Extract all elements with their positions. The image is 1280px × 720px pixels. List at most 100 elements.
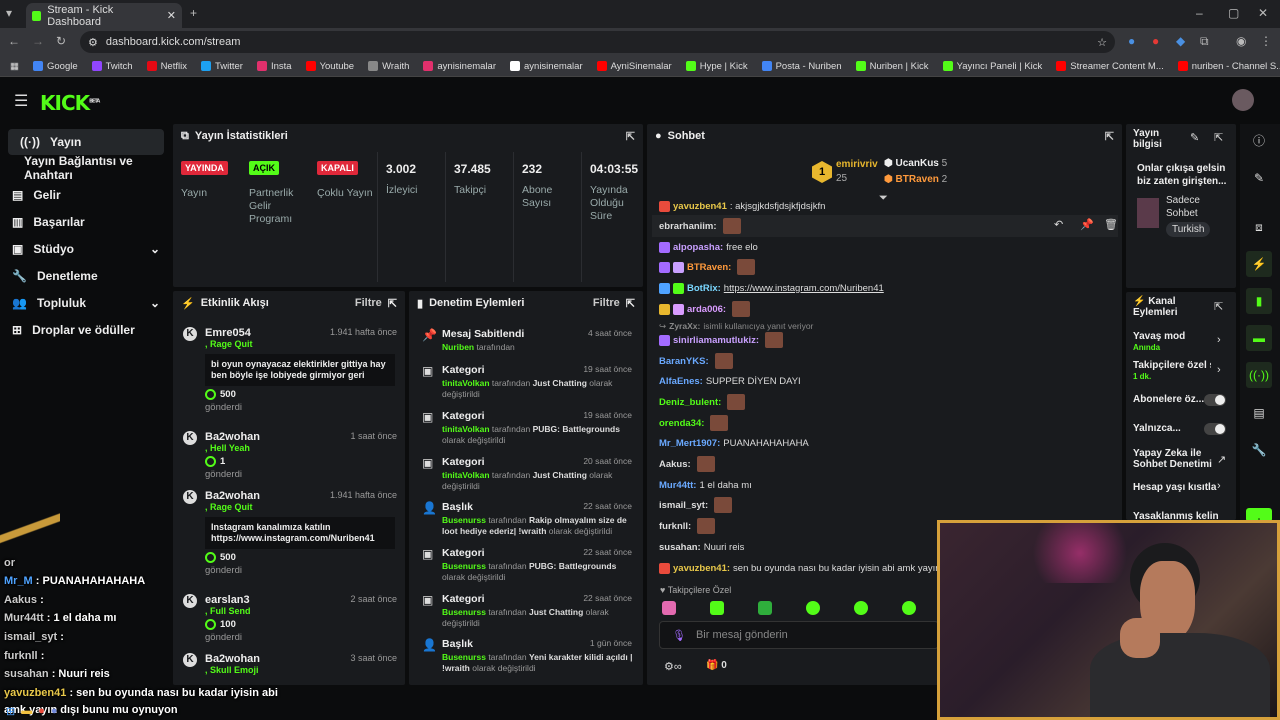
avatar[interactable] [1232, 89, 1254, 111]
chat-bubble-icon[interactable]: ▬ [1246, 325, 1272, 351]
new-tab-icon[interactable]: + [190, 6, 197, 20]
chevron-right-icon[interactable]: › [1217, 480, 1221, 492]
emote-icon[interactable] [758, 601, 772, 615]
browser-tab[interactable]: Stream - Kick Dashboard ✕ [26, 3, 182, 28]
bookmark-item[interactable]: Yayıncı Paneli | Kick [942, 61, 1042, 72]
url-field[interactable]: ⚙ dashboard.kick.com/stream ☆ [80, 31, 1115, 53]
site-info-icon[interactable]: ⚙ [88, 36, 98, 49]
chat-username[interactable]: ebrarhaniim: [659, 221, 717, 232]
browser-menu-icon[interactable]: ⋮ [1260, 34, 1272, 48]
discord-icon[interactable]: ● [51, 705, 58, 717]
bookmark-star-icon[interactable]: ☆ [1097, 36, 1107, 49]
chat-message[interactable]: ismail_syt: [659, 496, 733, 514]
chat-message[interactable]: sinirliamamutlukiz: [659, 331, 784, 349]
chat-message[interactable]: orenda34: [659, 414, 729, 432]
filter-button[interactable]: Filtre [593, 297, 620, 309]
extension-icon[interactable]: ● [1152, 34, 1159, 48]
hamburger-menu-icon[interactable]: ☰ [14, 91, 28, 111]
forward-icon[interactable]: → [32, 34, 44, 48]
sidebar-item-moderation[interactable]: 🔧 Denetleme [0, 263, 172, 289]
log-user[interactable]: Nuriben [442, 342, 474, 352]
chat-username[interactable]: BotRix: [687, 283, 721, 294]
external-link-icon[interactable]: ↗ [1217, 453, 1226, 466]
close-window-icon[interactable]: ✕ [1258, 6, 1268, 20]
chat-username[interactable]: susahan: [659, 542, 701, 553]
chat-input[interactable]: 🎙 Bir mesaj gönderin [659, 621, 939, 649]
account-age-row[interactable]: Hesap yaşı kısıtla [1133, 482, 1216, 493]
apps-grid-icon[interactable]: ▦ [10, 61, 19, 72]
emote-icon[interactable] [710, 601, 724, 615]
popout-icon[interactable]: ⇱ [388, 297, 397, 310]
chat-username[interactable]: Deniz_bulent: [659, 397, 721, 408]
chat-message[interactable]: alpopasha: free elo [659, 238, 758, 256]
reply-icon[interactable]: ↶ [1054, 218, 1063, 231]
lightning-icon[interactable]: ⚡ [1246, 251, 1272, 277]
emote-icon[interactable] [902, 601, 916, 615]
extension-icon[interactable]: ● [1128, 34, 1135, 48]
emote-icon[interactable] [662, 601, 676, 615]
bookmark-item[interactable]: AyniSinemalar [596, 61, 672, 72]
chat-message[interactable]: AlfaEnes: SUPPER DİYEN DAYI [659, 372, 801, 390]
chat-username[interactable]: alpopasha: [673, 242, 723, 253]
profile-icon[interactable]: ◉ [1236, 34, 1246, 48]
log-user[interactable]: Busenurss [442, 652, 486, 662]
back-icon[interactable]: ← [8, 34, 20, 48]
log-user[interactable]: Busenurss [442, 561, 486, 571]
kick-logo[interactable]: KICKBETA [40, 91, 100, 115]
chat-message[interactable]: Mr_Mert1907: PUANAHAHAHAHA [659, 434, 809, 452]
chat-message[interactable]: BTRaven: [659, 258, 756, 276]
emote-icon[interactable] [854, 601, 868, 615]
chat-message[interactable]: susahan: Nuuri reis [659, 538, 744, 556]
crop-icon[interactable]: ⧈ [1246, 214, 1272, 240]
chat-username[interactable]: yavuzben41: [673, 563, 730, 574]
bookmark-item[interactable]: Wraith [368, 61, 409, 72]
edit-icon[interactable]: ✎ [1246, 165, 1272, 191]
chat-message[interactable]: yavuzben41: akjsgjkdsfjdsjkfjdsjkfn [659, 197, 825, 215]
subscribers-only-toggle[interactable] [1204, 394, 1226, 406]
filter-button[interactable]: Filtre [355, 297, 382, 309]
bookmark-item[interactable]: Google [32, 61, 78, 72]
log-user[interactable]: Busenurss [442, 607, 486, 617]
chat-message[interactable]: furknll: [659, 517, 716, 535]
chat-message[interactable]: arda006: [659, 300, 751, 318]
chat-username[interactable]: ismail_syt: [659, 500, 708, 511]
bookmark-item[interactable]: Youtube [305, 61, 354, 72]
log-user[interactable]: tinitaVolkan [442, 470, 490, 480]
leaderboard-user[interactable]: emirivriv [836, 159, 878, 170]
wrench-icon[interactable]: 🔧 [1246, 437, 1272, 463]
sidebar-item-studio[interactable]: ▣ Stüdyo ⌄ [0, 236, 172, 262]
sidebar-item-drops[interactable]: ⊞ Droplar ve ödüller [0, 317, 172, 343]
info-icon[interactable]: ⓘ [1246, 128, 1272, 154]
extensions-puzzle-icon[interactable]: ⧉ [1200, 34, 1209, 49]
bookmark-item[interactable]: aynisinemalar [510, 61, 583, 72]
bookmark-item[interactable]: nuriben - Channel S... [1177, 61, 1280, 72]
bookmark-item[interactable]: Insta [256, 61, 292, 72]
windows-icon[interactable]: ⊞ [6, 705, 15, 718]
chat-username[interactable]: furknll: [659, 521, 691, 532]
chat-username[interactable]: Mur44tt: [659, 480, 696, 491]
microphone-icon[interactable]: 🎙 [672, 629, 686, 642]
bookmark-item[interactable]: aynisinemalar [423, 61, 496, 72]
ai-moderation-row[interactable]: Yapay Zeka ile Sohbet Denetimi [1133, 448, 1213, 470]
chat-username[interactable]: orenda34: [659, 418, 704, 429]
emote-bar[interactable] [660, 601, 940, 615]
log-user[interactable]: tinitaVolkan [442, 378, 490, 388]
leaderboard-user-3[interactable]: ⬢ BTRaven 2 [884, 174, 947, 185]
log-user[interactable]: tinitaVolkan [442, 424, 490, 434]
chat-username[interactable]: AlfaEnes: [659, 376, 703, 387]
popout-icon[interactable]: ⇱ [1105, 130, 1114, 143]
chat-username[interactable]: BaranYKS: [659, 356, 709, 367]
document-icon[interactable]: ▮ [1246, 288, 1272, 314]
leaderboard-user-2[interactable]: ⬢ UcanKus 5 [884, 158, 947, 169]
chrome-icon[interactable]: ● [38, 705, 45, 717]
close-tab-icon[interactable]: ✕ [167, 9, 176, 22]
layout-icon[interactable]: ▤ [1246, 400, 1272, 426]
chat-username[interactable]: arda006: [687, 304, 726, 315]
chat-username[interactable]: ZyraXx: [669, 321, 700, 331]
chat-message[interactable]: BaranYKS: [659, 352, 733, 370]
bookmark-item[interactable]: Netflix [146, 61, 187, 72]
chat-username[interactable]: yavuzben41 [673, 201, 727, 212]
chat-username[interactable]: sinirliamamutlukiz: [673, 335, 759, 346]
followers-only-row[interactable]: Takipçilere özel s1 dk. [1133, 360, 1211, 382]
trash-icon[interactable]: 🗑 [1104, 218, 1118, 231]
